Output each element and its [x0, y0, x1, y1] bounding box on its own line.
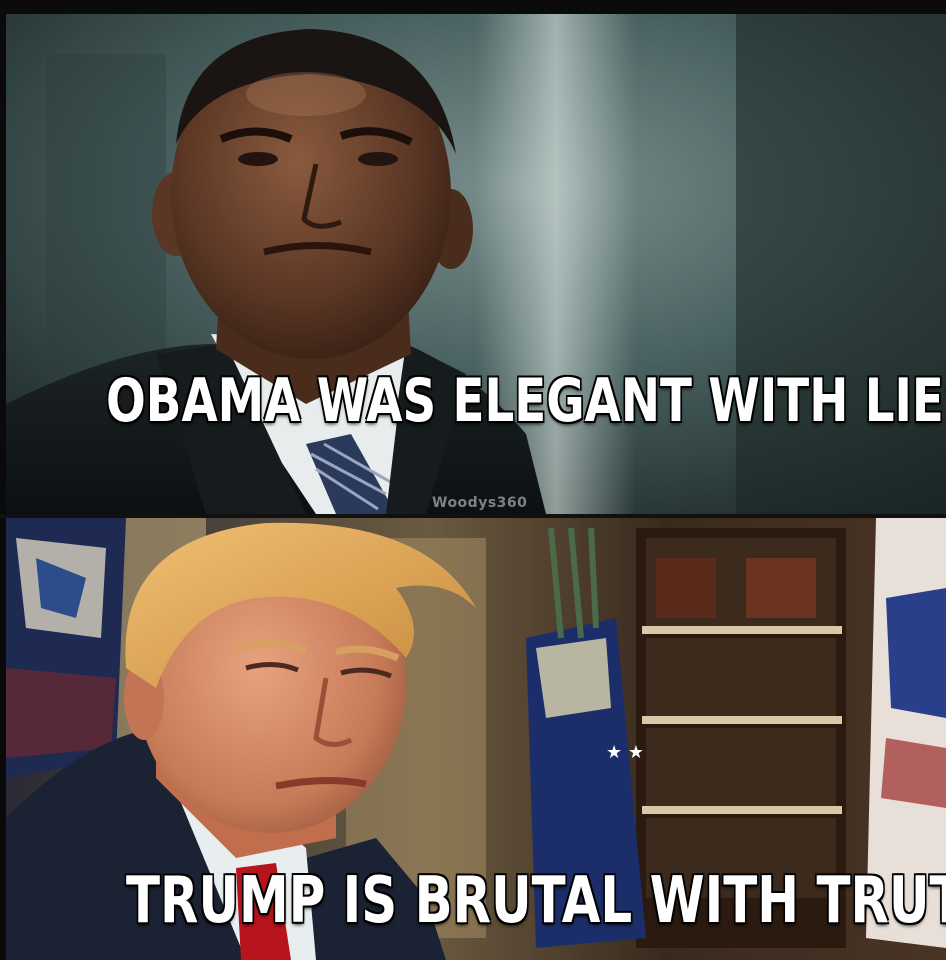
watermark: Woodys360	[432, 495, 528, 511]
top-caption: OBAMA WAS ELEGANT WITH LIES	[106, 366, 946, 436]
bottom-caption: TRUMP IS BRUTAL WITH TRUTH	[126, 864, 946, 938]
bottom-photo-panel: ★ ★ TRUMP IS BRUTAL WITH TRUTH	[6, 518, 946, 960]
svg-text:★ ★: ★ ★	[606, 742, 644, 763]
top-border	[0, 0, 946, 14]
top-photo-panel: OBAMA WAS ELEGANT WITH LIES	[6, 14, 946, 514]
meme-image: OBAMA WAS ELEGANT WITH LIES Woodys360 ★ …	[0, 0, 946, 960]
top-photo	[6, 14, 946, 514]
